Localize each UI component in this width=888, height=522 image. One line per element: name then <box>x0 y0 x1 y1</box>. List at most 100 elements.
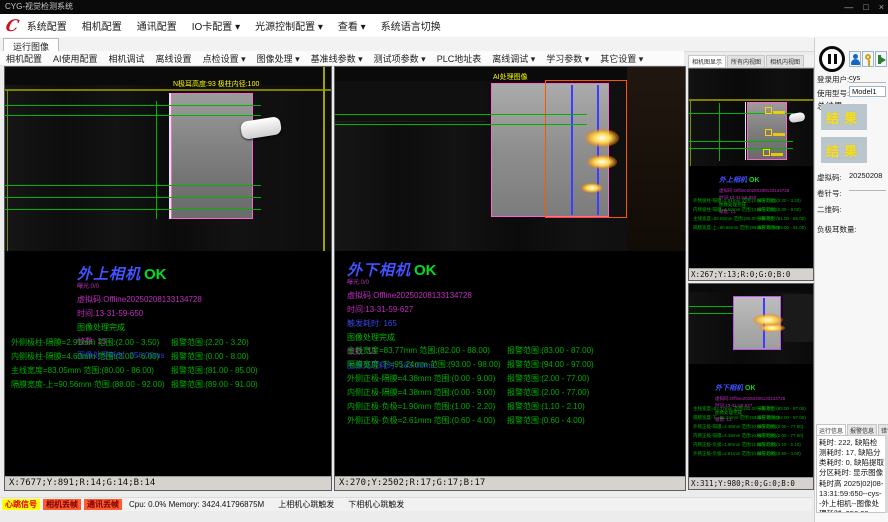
measure-value: 外侧正极-负极=2.61mm 范围:(0.60 - 4.00) <box>347 416 495 425</box>
mini-view-tab[interactable]: 相机内视图 <box>766 55 804 67</box>
mini-view-tab[interactable]: 所有内视图 <box>727 55 765 67</box>
run-log-text[interactable]: 耗时: 222, 缺陷检测耗时: 17, 缺陷分类耗时: 0, 缺陷提取分区耗时… <box>816 435 887 513</box>
menu-bar: C 系统配置相机配置通讯配置 IO卡配置 ▾ 光源控制配置 ▾ 查看 ▾ 系统语言切换 <box>0 14 888 38</box>
menu-item[interactable]: IO卡配置 ▾ <box>192 18 240 33</box>
alarm-range: 报警范围:(0.00 - 8.00) <box>757 207 801 213</box>
measure-line <box>689 141 793 142</box>
status-ok: OK <box>749 177 760 184</box>
yellow-guide-line <box>323 67 325 251</box>
toolbar-item[interactable]: 基准线参数 ▾ <box>311 52 363 65</box>
measure-value: 主线宽度=83.05mm 范围:(80.00 - 86.00) <box>11 366 154 375</box>
toolbar-item[interactable]: 其它设置 ▾ <box>600 52 643 65</box>
alarm-range: 报警范围:(83.00 - 87.00) <box>757 406 806 412</box>
toolbar-item[interactable]: 图像处理 ▾ <box>257 52 300 65</box>
toolbar-items: 相机配置 AI使用配置相机调试离线设置点检设置 ▾ 图像处理 ▾ 基准线参数 ▾ 测试项… <box>6 52 654 65</box>
ai-detect-box <box>545 80 627 218</box>
dark-zone <box>627 67 685 251</box>
needle-value-field[interactable] <box>849 182 886 191</box>
status-bar: 心跳信号相机丢帧通讯丢帧 Cpu: 0.0% Memory: 3424.4179… <box>0 497 812 511</box>
menu-item[interactable]: 系统配置 <box>27 18 67 33</box>
user-login-button[interactable] <box>849 51 861 67</box>
log-tab[interactable]: 报警信息 <box>847 424 877 435</box>
barcode-text: 虚拟码:Offline20250208133134728 <box>347 290 472 301</box>
measure-row: 隔膜宽度-上=90.56mm 范围:(88.00 - 92.00)报警范围:(8… <box>11 379 329 393</box>
alarm-range: 报警范围:(89.00 - 91.00) <box>757 225 806 231</box>
app-logo-icon: C <box>4 16 21 35</box>
key-icon <box>868 60 870 66</box>
alarm-range: 报警范围:(89.00 - 91.00) <box>171 379 258 390</box>
time-text: 时间:13-31-59-627 <box>347 304 472 315</box>
measure-row: 外侧正极-负极=2.61mm 范围:(0.60 - 4.00)报警范围:(0.6… <box>693 451 812 460</box>
measure-row: 主线宽度=83.77mm 范围:(82.00 - 88.00)报警范围:(83.… <box>693 406 812 415</box>
mini-upper-rows: 外侧极柱-隔膜=2.91mm 范围:(2.00 - 3.50)报警范围:(2.2… <box>693 198 812 234</box>
alarm-range: 报警范围:(2.00 - 77.00) <box>757 424 803 430</box>
menu-item[interactable]: 通讯配置 <box>137 18 177 33</box>
mini-lower-view[interactable]: 外下相机OK 虚拟码:Offline20250208133134728 时间:1… <box>688 283 814 490</box>
camera-name: 外下相机 <box>715 385 743 392</box>
mini-lower-image[interactable] <box>689 284 813 364</box>
title-bar: CYG-视觉检测系统 — □ × <box>0 0 888 14</box>
measure-value: 内侧正极-负极=1.90mm 范围:(1.00 - 2.20) <box>347 402 495 411</box>
toolbar-item[interactable]: AI使用配置 <box>53 52 98 65</box>
measure-vline <box>156 101 157 219</box>
mini-upper-view[interactable]: 外上相机OK 虚拟码:Offline20250208133134728 时间:1… <box>688 68 814 281</box>
log-tab[interactable]: 错误信息 <box>878 424 888 435</box>
toolbar-item[interactable]: 学习参数 ▾ <box>546 52 589 65</box>
measure-row: 内侧正极-负极=1.90mm 范围:(1.00 - 2.20) 报警范围:(1.1… <box>347 401 683 415</box>
menu-item[interactable]: 相机配置 <box>82 18 122 33</box>
minimize-icon[interactable]: — <box>844 0 853 14</box>
measure-row: 内侧极柱-隔膜=4.60mm 范围:(3.00 - 6.00)报警范围:(0.0… <box>693 207 812 216</box>
close-icon[interactable]: × <box>879 0 884 14</box>
maximize-icon[interactable]: □ <box>863 0 868 14</box>
pause-button[interactable] <box>819 46 845 72</box>
log-tab[interactable]: 运行信息 <box>816 424 846 435</box>
mini-view-tab[interactable]: 相机图显示 <box>688 55 726 67</box>
measure-line <box>689 148 793 149</box>
edge-guide-line <box>690 99 691 166</box>
tab-run-image[interactable]: 运行图像 <box>3 38 59 52</box>
alarm-range: 报警范围:(2.20 - 3.20) <box>171 337 249 348</box>
measure-row: 外侧正极-负极=2.61mm 范围:(0.60 - 4.00)报警范围:(0.6… <box>347 415 683 429</box>
measure-value: 主线宽度=83.77mm 范围:(82.00 - 88.00) <box>347 346 490 355</box>
model-value[interactable]: Model1 <box>849 86 886 97</box>
result-indicators: 结果结果 <box>821 104 867 163</box>
upper-camera-image[interactable]: N极耳高度:93 极柱内径:100 <box>5 67 331 251</box>
measure-row: 主线宽度=83.05mm 范围:(80.00 - 86.00)报警范围:(81.… <box>693 216 812 225</box>
upper-camera-panel[interactable]: N极耳高度:93 极柱内径:100 外上相机OK 曝光:0/0 虚拟码:Offl… <box>4 66 332 491</box>
upper-measure-rows: 外侧极柱-隔膜=2.91mm 范围:(2.00 - 3.50)报警范围:(2.2… <box>11 337 329 393</box>
logout-icon <box>881 57 886 63</box>
mini-upper-image[interactable] <box>689 69 813 166</box>
weld-spark <box>585 129 619 147</box>
toolbar-item[interactable]: 相机配置 <box>6 52 42 65</box>
toolbar: 相机配置 AI使用配置相机调试离线设置点检设置 ▾ 图像处理 ▾ 基准线参数 ▾ 测试项… <box>0 51 684 66</box>
pole-marker <box>765 129 772 136</box>
toolbar-item[interactable]: 离线调试 ▾ <box>492 52 535 65</box>
toolbar-item[interactable]: 离线设置 <box>156 52 192 65</box>
login-user-value[interactable]: cys <box>849 73 886 83</box>
permission-key-button[interactable] <box>862 51 874 67</box>
measure-value: 外侧正极-隔膜=4.38mm 范围:(0.00 - 9.00) <box>347 374 495 383</box>
measure-row: 内侧极柱-隔膜=4.60mm 范围:(3.00 - 6.00)报警范围:(0.0… <box>11 351 329 365</box>
toolbar-item[interactable]: 点检设置 ▾ <box>203 52 246 65</box>
toolbar-item[interactable]: 相机调试 <box>109 52 145 65</box>
menu-item[interactable]: 查看 ▾ <box>338 18 366 33</box>
logout-button[interactable] <box>875 51 887 67</box>
menu-item[interactable]: 光源控制配置 ▾ <box>255 18 323 33</box>
measure-row: 外侧正极-隔膜=4.38mm 范围:(0.00 - 9.00)报警范围:(2.0… <box>693 424 812 433</box>
lower-camera-panel[interactable]: AI处理图像 外下相机OK 曝光:0/0 虚拟码:Offline20250208… <box>334 66 686 491</box>
mini-view-tabs: 相机图显示所有内视图相机内视图 <box>688 55 814 68</box>
status-badge: 相机丢帧 <box>43 499 81 510</box>
menu-item[interactable]: 系统语言切换 <box>381 18 441 33</box>
alarm-range: 报警范围:(2.20 - 3.20) <box>757 198 801 204</box>
measure-row: 隔膜宽度-下=95.24mm 范围:(93.00 - 98.00)报警范围:(9… <box>347 359 683 373</box>
alarm-range: 报警范围:(2.00 - 77.00) <box>507 373 589 384</box>
lower-camera-image[interactable]: AI处理图像 <box>335 67 685 251</box>
toolbar-item[interactable]: PLC地址表 <box>437 52 482 65</box>
camera-name: 外上相机 <box>719 177 747 184</box>
machine-block <box>335 81 485 122</box>
alarm-range: 报警范围:(1.10 - 2.10) <box>507 401 585 412</box>
marker-label <box>773 133 785 136</box>
toolbar-item[interactable]: 测试项参数 ▾ <box>374 52 426 65</box>
measure-row: 隔膜宽度-下=95.24mm 范围:(93.00 - 98.00)报警范围:(9… <box>693 415 812 424</box>
measure-line <box>335 124 587 125</box>
